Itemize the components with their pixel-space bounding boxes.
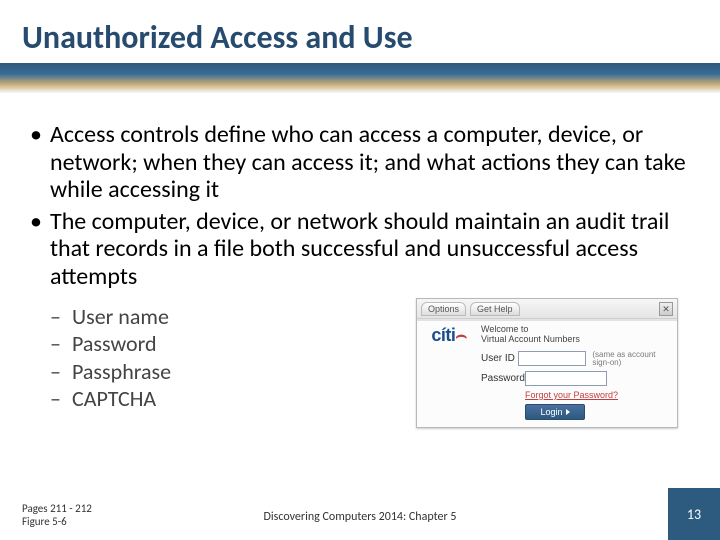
brand-column: cíti⌢ (423, 325, 475, 420)
slide-title: Unauthorized Access and Use (0, 0, 720, 63)
page-number: 13 (668, 488, 720, 540)
brand-arc-icon: ⌢ (455, 325, 466, 345)
password-label: Password (481, 373, 525, 384)
welcome-line2: Virtual Account Numbers (481, 334, 580, 344)
userid-label: User ID (481, 353, 518, 364)
slide-footer: Pages 211 - 212 Figure 5-6 Discovering C… (0, 488, 720, 540)
slide: Unauthorized Access and Use Access contr… (0, 0, 720, 540)
bullet-item: The computer, device, or network should … (28, 208, 692, 291)
dialog-header: Options Get Help ✕ (417, 299, 677, 319)
password-input[interactable] (525, 371, 607, 386)
form-column: Welcome to Virtual Account Numbers User … (481, 325, 671, 420)
userid-input[interactable] (518, 351, 587, 366)
dialog-body: cíti⌢ Welcome to Virtual Account Numbers… (417, 319, 677, 424)
close-icon[interactable]: ✕ (659, 302, 673, 316)
login-button-label: Login (540, 407, 562, 417)
triangle-right-icon (566, 409, 570, 415)
bullet-item: Access controls define who can access a … (28, 121, 692, 204)
tab-get-help[interactable]: Get Help (470, 302, 520, 316)
brand-text: cíti (431, 325, 455, 345)
userid-row: User ID (same as account sign-on) (481, 351, 671, 367)
login-button[interactable]: Login (525, 404, 585, 420)
tab-options[interactable]: Options (421, 302, 466, 316)
userid-note: (same as account sign-on) (592, 351, 671, 367)
welcome-line1: Welcome to (481, 324, 528, 334)
welcome-text: Welcome to Virtual Account Numbers (481, 325, 671, 345)
footer-center-text: Discovering Computers 2014: Chapter 5 (0, 510, 720, 524)
login-dialog: Options Get Help ✕ cíti⌢ Welcome to Virt… (416, 298, 678, 428)
password-row: Password (481, 371, 671, 386)
forgot-password-link[interactable]: Forgot your Password? (525, 390, 671, 400)
title-divider-band (0, 63, 720, 93)
bullet-list-level1: Access controls define who can access a … (28, 121, 692, 291)
dialog-tabs: Options Get Help (421, 302, 520, 316)
citi-logo: cíti⌢ (431, 325, 466, 346)
